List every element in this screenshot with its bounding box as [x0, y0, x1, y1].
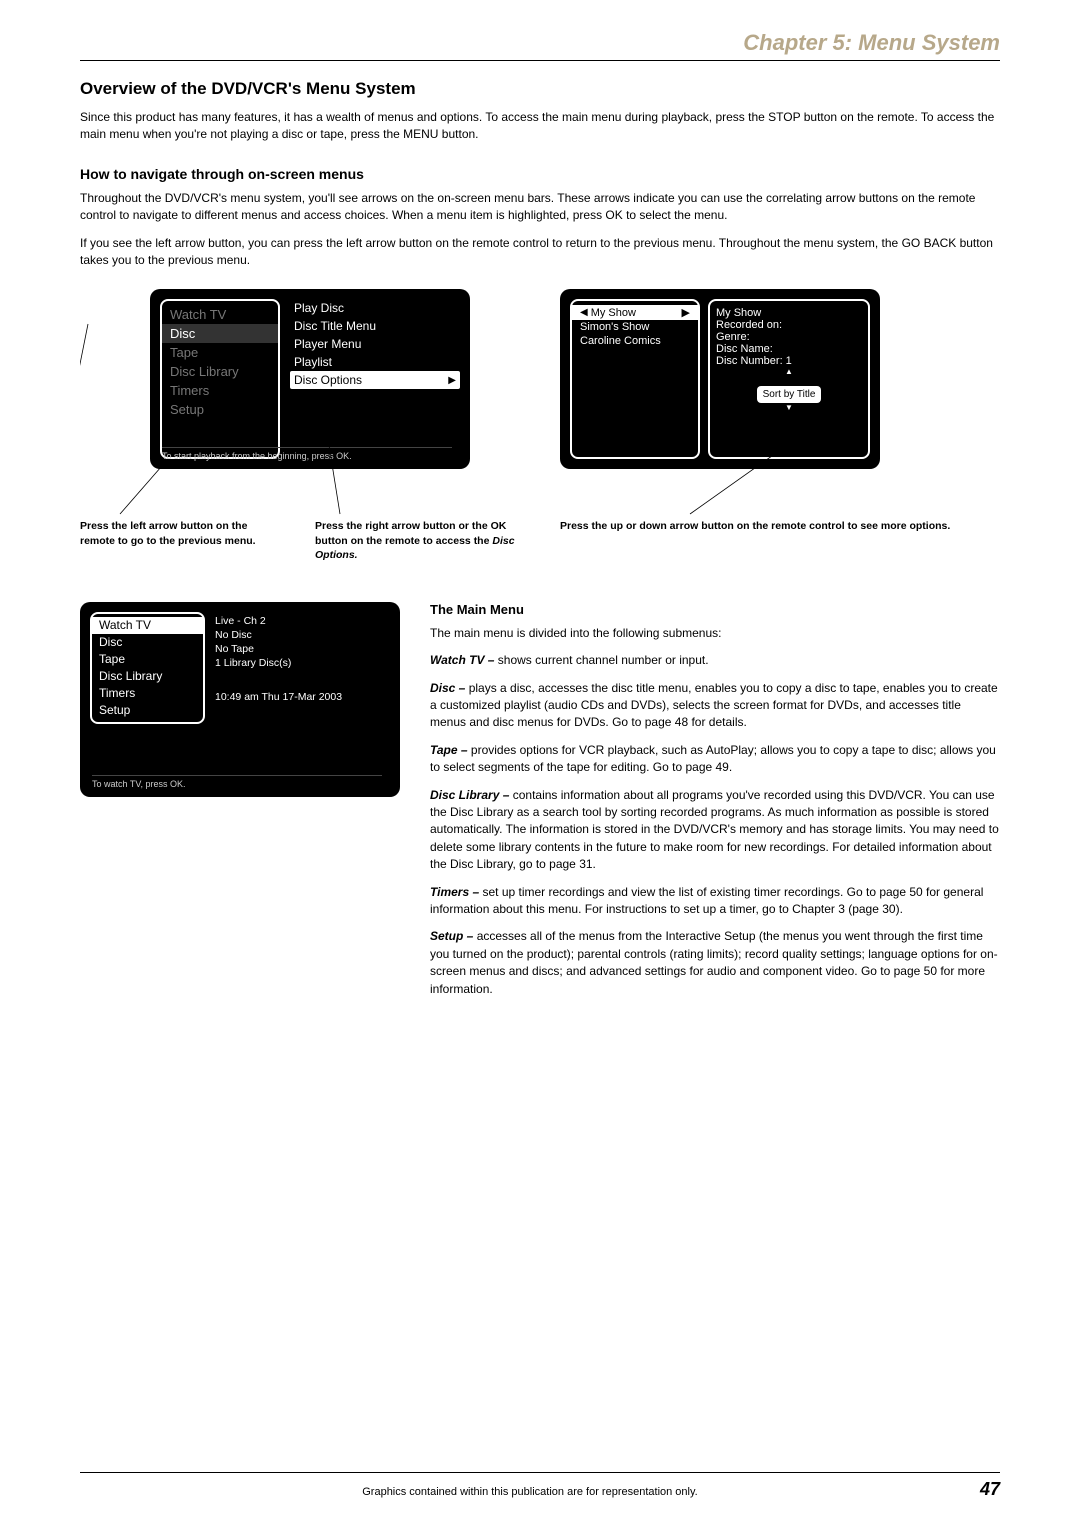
osd2-item-watch-tv: Watch TV	[92, 617, 203, 634]
osd1-sub-disc-options: Disc Options▶	[290, 371, 460, 389]
osd2-item-tape: Tape	[92, 651, 203, 668]
nav-paragraph-1: Throughout the DVD/VCR's menu system, yo…	[80, 190, 1000, 225]
osd3-left-panel: ◀My Show▶ Simon's Show Caroline Comics	[570, 299, 700, 459]
page-number: 47	[980, 1479, 1000, 1500]
chapter-header: Chapter 5: Menu System	[80, 30, 1000, 61]
osd-library-detail: ◀My Show▶ Simon's Show Caroline Comics M…	[560, 289, 880, 469]
caption-left-arrow: Press the left arrow button on the remot…	[80, 519, 285, 562]
osd2-status-no-disc: No Disc	[215, 628, 390, 642]
up-arrow-icon	[716, 367, 862, 376]
osd-main-menu: Watch TV Disc Tape Disc Library Timers S…	[80, 602, 400, 797]
nav-subtitle: How to navigate through on-screen menus	[80, 166, 1000, 182]
left-arrow-icon: ◀	[580, 307, 588, 318]
osd1-item-setup: Setup	[162, 400, 278, 419]
osd1-sub-disc-title: Disc Title Menu	[290, 317, 460, 335]
right-arrow-icon: ▶	[448, 375, 456, 386]
osd2-status-datetime: 10:49 am Thu 17-Mar 2003	[215, 690, 390, 704]
osd2-status-blank	[215, 670, 390, 672]
osd1-item-disc-library: Disc Library	[162, 362, 278, 381]
caption-up-down-arrow: Press the up or down arrow button on the…	[560, 519, 1000, 533]
osd2-footer: To watch TV, press OK.	[92, 775, 382, 789]
osd1-footer: To start playback from the beginning, pr…	[162, 447, 452, 461]
osd3-genre: Genre:	[716, 331, 862, 343]
osd2-left-panel: Watch TV Disc Tape Disc Library Timers S…	[90, 612, 205, 724]
sort-by-title-button: Sort by Title	[757, 386, 822, 403]
osd2-item-disc-library: Disc Library	[92, 668, 203, 685]
osd2-status-no-tape: No Tape	[215, 642, 390, 656]
nav-paragraph-2: If you see the left arrow button, you ca…	[80, 235, 1000, 270]
main-menu-heading: The Main Menu	[430, 602, 1000, 617]
caption-right-arrow: Press the right arrow button or the OK b…	[315, 519, 520, 562]
section-title: Overview of the DVD/VCR's Menu System	[80, 79, 1000, 99]
osd3-disc-name: Disc Name:	[716, 343, 862, 355]
osd1-right-panel: Play Disc Disc Title Menu Player Menu Pl…	[280, 299, 460, 459]
mm-timers: Timers – set up timer recordings and vie…	[430, 884, 1000, 919]
osd1-item-disc: Disc	[162, 324, 278, 343]
mm-tape: Tape – provides options for VCR playback…	[430, 742, 1000, 777]
intro-paragraph: Since this product has many features, it…	[80, 109, 1000, 144]
osd2-right-panel: Live - Ch 2 No Disc No Tape 1 Library Di…	[215, 612, 390, 724]
mm-watch-tv: Watch TV – shows current channel number …	[430, 652, 1000, 669]
osd2-status-live: Live - Ch 2	[215, 614, 390, 628]
footer-text: Graphics contained within this publicati…	[80, 1486, 980, 1498]
osd2-item-timers: Timers	[92, 685, 203, 702]
osd3-item-caroline: Caroline Comics	[572, 334, 698, 348]
osd3-rp-title: My Show	[716, 307, 862, 319]
osd1-left-panel: Watch TV Disc Tape Disc Library Timers S…	[160, 299, 280, 459]
mm-setup: Setup – accesses all of the menus from t…	[430, 928, 1000, 998]
down-arrow-icon	[716, 403, 862, 412]
right-arrow-icon: ▶	[682, 306, 690, 319]
main-menu-intro: The main menu is divided into the follow…	[430, 625, 1000, 642]
osd3-recorded-on: Recorded on:	[716, 319, 862, 331]
osd3-disc-number: Disc Number: 1	[716, 355, 862, 367]
mm-disc: Disc – plays a disc, accesses the disc t…	[430, 680, 1000, 732]
osd3-right-panel: My Show Recorded on: Genre: Disc Name: D…	[708, 299, 870, 459]
mm-disc-library: Disc Library – contains information abou…	[430, 787, 1000, 874]
osd1-sub-playlist: Playlist	[290, 353, 460, 371]
osd1-item-tape: Tape	[162, 343, 278, 362]
osd1-sub-player-menu: Player Menu	[290, 335, 460, 353]
osd2-item-setup: Setup	[92, 702, 203, 719]
osd1-sub-play-disc: Play Disc	[290, 299, 460, 317]
osd1-item-watch-tv: Watch TV	[162, 305, 278, 324]
osd3-item-simons-show: Simon's Show	[572, 320, 698, 334]
osd3-item-my-show: ◀My Show▶	[572, 305, 698, 320]
osd-disc-menu: Watch TV Disc Tape Disc Library Timers S…	[150, 289, 470, 469]
osd1-item-timers: Timers	[162, 381, 278, 400]
osd2-status-library: 1 Library Disc(s)	[215, 656, 390, 670]
osd2-item-disc: Disc	[92, 634, 203, 651]
